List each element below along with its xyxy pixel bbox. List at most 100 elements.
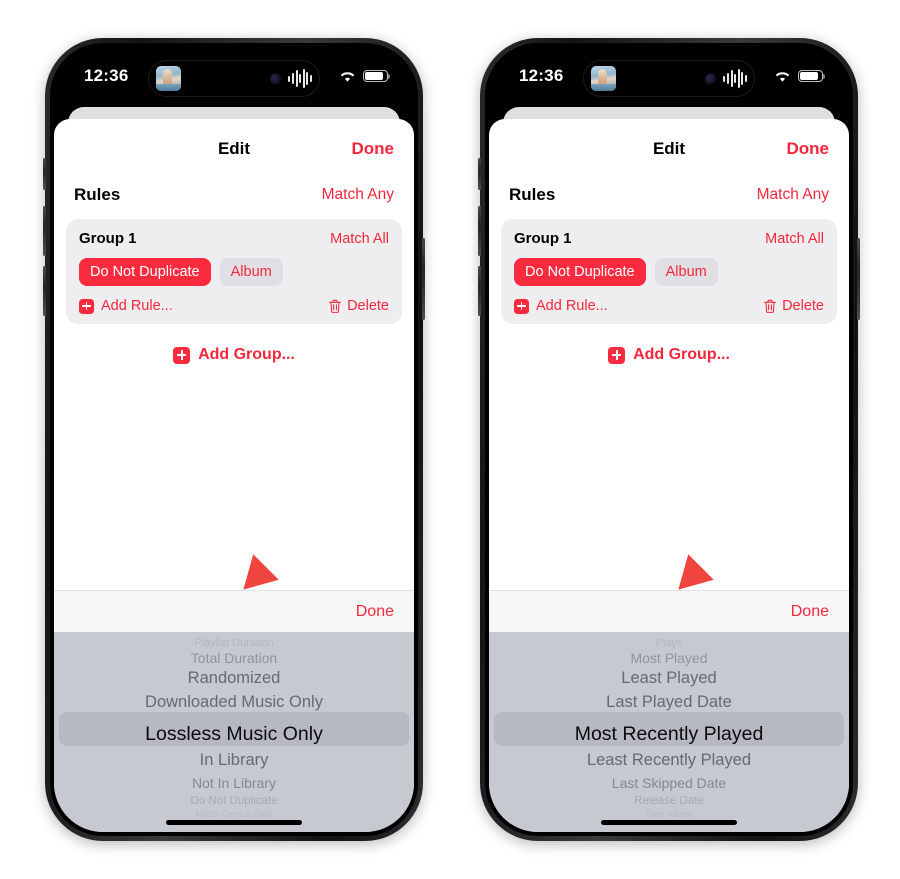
picker-option-label: Least Recently Played: [586, 752, 752, 769]
audio-waveform-icon: [723, 69, 747, 89]
sheet-empty-space: [489, 364, 849, 590]
face-id-icon: [270, 73, 281, 84]
left-phone: 12:36 Edit Done Rules Match Any Group 1 …: [43, 38, 425, 841]
picker-option-label: Last Played Date: [606, 694, 732, 711]
rule-chip-condition[interactable]: Do Not Duplicate: [79, 258, 211, 286]
action-button[interactable]: [43, 158, 46, 190]
picker-option-label: Most Recently Played: [574, 723, 764, 746]
plus-square-icon: [173, 346, 191, 364]
picker-option[interactable]: Last Skipped Date: [489, 776, 849, 796]
picker-option-selected[interactable]: Most Recently Played: [489, 718, 849, 752]
status-time: 12:36: [519, 66, 564, 85]
home-indicator[interactable]: [166, 820, 302, 825]
action-button[interactable]: [478, 158, 481, 190]
plus-square-icon: [608, 346, 626, 364]
audio-waveform-icon: [288, 69, 312, 89]
volume-down-button[interactable]: [43, 266, 46, 316]
picker-option[interactable]: Match Genius Data: [54, 810, 414, 820]
home-indicator[interactable]: [601, 820, 737, 825]
rules-match-selector[interactable]: Match Any: [322, 186, 394, 204]
picker-option-label: Most Played: [630, 651, 708, 666]
trash-icon: [764, 299, 777, 313]
right-phone: 12:36 Edit Done Rules Match Any Group 1 …: [478, 38, 860, 841]
picker-option[interactable]: In Library: [54, 752, 414, 776]
picker-option-label: In Library: [199, 752, 269, 769]
add-group-button[interactable]: Add Group...: [489, 324, 849, 364]
screenshot-canvas: 12:36 Edit Done Rules Match Any Group 1 …: [0, 0, 900, 879]
nav-done-button[interactable]: Done: [787, 139, 830, 159]
add-rule-label: Add Rule...: [536, 298, 608, 314]
add-group-label: Add Group...: [198, 346, 295, 363]
picker-option-selected[interactable]: Lossless Music Only: [54, 718, 414, 752]
volume-up-button[interactable]: [43, 206, 46, 256]
album-art-thumbnail: [591, 66, 616, 91]
picker-done-button[interactable]: Done: [356, 603, 394, 621]
picker-done-button[interactable]: Done: [791, 603, 829, 621]
option-picker-wheel[interactable]: Plays Most Played Least Played Last Play…: [489, 632, 849, 832]
dynamic-island[interactable]: [583, 60, 755, 97]
volume-up-button[interactable]: [478, 206, 481, 256]
picker-option[interactable]: Randomized: [54, 670, 414, 694]
picker-option[interactable]: Downloaded Music Only: [54, 694, 414, 718]
picker-option-label: Plays: [655, 638, 683, 649]
picker-option[interactable]: Do Not Duplicate: [54, 796, 414, 810]
add-rule-button[interactable]: Add Rule...: [79, 298, 173, 314]
wifi-icon: [775, 71, 790, 82]
group-match-selector[interactable]: Match All: [765, 231, 824, 247]
picker-option[interactable]: Plays: [489, 638, 849, 649]
group-actions: Add Rule... Delete: [514, 298, 824, 314]
picker-option[interactable]: Least Recently Played: [489, 752, 849, 776]
status-indicators: [339, 69, 391, 83]
delete-label: Delete: [782, 298, 824, 314]
picker-option[interactable]: Playlist Duration: [54, 638, 414, 649]
page-title: Edit: [217, 139, 251, 158]
group-match-selector[interactable]: Match All: [330, 231, 389, 247]
wifi-icon: [340, 71, 355, 82]
group-header: Group 1 Match All: [514, 230, 824, 247]
sheet-empty-space: [54, 364, 414, 590]
rules-match-selector[interactable]: Match Any: [757, 186, 829, 204]
rule-chip-condition[interactable]: Do Not Duplicate: [514, 258, 646, 286]
phone-screen: 12:36 Edit Done Rules Match Any Group 1 …: [54, 47, 414, 832]
rules-title: Rules: [509, 185, 556, 204]
power-button[interactable]: [857, 238, 860, 320]
power-button[interactable]: [422, 238, 425, 320]
delete-label: Delete: [347, 298, 389, 314]
rule-chip-value[interactable]: Album: [654, 258, 718, 286]
picker-option-label: Release Date: [634, 796, 704, 807]
volume-down-button[interactable]: [478, 266, 481, 316]
picker-option[interactable]: Least Played: [489, 670, 849, 694]
add-group-button[interactable]: Add Group...: [54, 324, 414, 364]
picker-option[interactable]: Most Played: [489, 651, 849, 670]
nav-done-button[interactable]: Done: [352, 139, 395, 159]
rule-chip-value[interactable]: Album: [219, 258, 283, 286]
option-picker-wheel[interactable]: Playlist Duration Total Duration Randomi…: [54, 632, 414, 832]
rule-group-card: Group 1 Match All Do Not Duplicate Album…: [501, 219, 837, 324]
picker-toolbar: Done: [489, 590, 849, 632]
status-indicators: [774, 69, 826, 83]
picker-option[interactable]: Last Played Date: [489, 694, 849, 718]
phone-bezel: 12:36 Edit Done Rules Match Any Group 1 …: [485, 43, 853, 836]
dynamic-island[interactable]: [148, 60, 320, 97]
add-rule-button[interactable]: Add Rule...: [514, 298, 608, 314]
picker-option[interactable]: Release Date: [489, 796, 849, 810]
group-actions: Add Rule... Delete: [79, 298, 389, 314]
page-title: Edit: [652, 139, 686, 158]
delete-group-button[interactable]: Delete: [328, 298, 389, 314]
rules-header: Rules Match Any: [54, 179, 414, 219]
group-name: Group 1: [79, 230, 137, 247]
picker-option-label: Downloaded Music Only: [145, 694, 323, 711]
picker-option[interactable]: Total Duration: [54, 651, 414, 670]
rule-chips: Do Not Duplicate Album: [514, 258, 824, 286]
picker-option-label: Date Added: [645, 810, 693, 819]
add-rule-label: Add Rule...: [101, 298, 173, 314]
rules-title: Rules: [74, 185, 121, 204]
sheet-navbar: Edit Done: [489, 119, 849, 179]
plus-square-icon: [514, 298, 529, 314]
rules-header: Rules Match Any: [489, 179, 849, 219]
picker-option[interactable]: Date Added: [489, 810, 849, 820]
picker-option[interactable]: Not In Library: [54, 776, 414, 796]
face-id-icon: [705, 73, 716, 84]
delete-group-button[interactable]: Delete: [763, 298, 824, 314]
picker-option-label: Lossless Music Only: [145, 723, 323, 746]
